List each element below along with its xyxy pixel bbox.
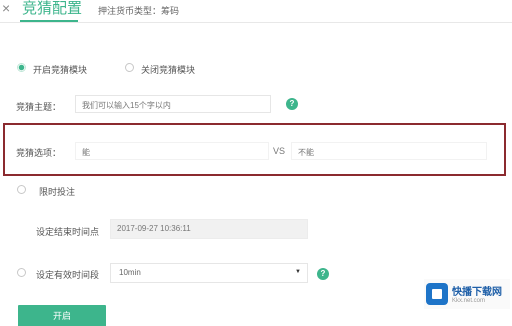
option-b-input[interactable]: 不能 — [291, 142, 487, 160]
duration-select[interactable]: 10min ▼ — [110, 263, 308, 283]
watermark-url: Kkx.net.com — [452, 298, 486, 304]
vs-label: VS — [273, 146, 286, 156]
timed-betting-radio[interactable] — [17, 185, 26, 194]
topic-input[interactable]: 我们可以输入15个字以内 — [75, 95, 271, 113]
end-time-label: 设定结束时间点 — [36, 227, 100, 237]
option-a-value: 能 — [82, 148, 90, 157]
end-time-input[interactable]: 2017-09-27 10:36:11 — [110, 219, 308, 239]
help-icon[interactable]: ? — [317, 268, 329, 280]
header-divider — [0, 22, 512, 23]
timed-betting-label: 限时投注 — [39, 187, 76, 197]
tab-bet-currency-type[interactable]: 押注货币类型：筹码 — [98, 4, 179, 17]
enable-module-label: 开启竞猜模块 — [33, 65, 88, 75]
end-time-value: 2017-09-27 10:36:11 — [117, 224, 191, 233]
watermark-title: 快播下载网 — [452, 287, 502, 298]
help-icon[interactable]: ? — [286, 98, 298, 110]
option-a-input[interactable]: 能 — [75, 142, 269, 160]
disable-module-radio[interactable] — [125, 63, 134, 72]
start-button[interactable]: 开启 — [18, 305, 106, 326]
topic-label: 竞猜主题： — [16, 102, 62, 112]
duration-value: 10min — [119, 268, 141, 277]
options-label: 竞猜选项： — [16, 148, 62, 158]
watermark-logo-icon — [426, 283, 448, 305]
tab-bet-currency-type-label: 押注货币类型：筹码 — [98, 6, 180, 16]
chevron-down-icon: ▼ — [295, 269, 301, 275]
duration-radio[interactable] — [17, 268, 26, 277]
topic-placeholder: 我们可以输入15个字以内 — [82, 101, 171, 110]
option-b-value: 不能 — [298, 148, 314, 157]
tab-quiz-config[interactable]: 竞猜配置 — [0, 0, 82, 22]
disable-module-label: 关闭竞猜模块 — [141, 65, 196, 75]
watermark: 快播下载网 Kkx.net.com — [424, 279, 510, 309]
duration-label: 设定有效时间段 — [36, 270, 100, 280]
tab-quiz-config-label: 竞猜配置 — [22, 0, 83, 17]
enable-module-radio[interactable] — [17, 63, 26, 72]
